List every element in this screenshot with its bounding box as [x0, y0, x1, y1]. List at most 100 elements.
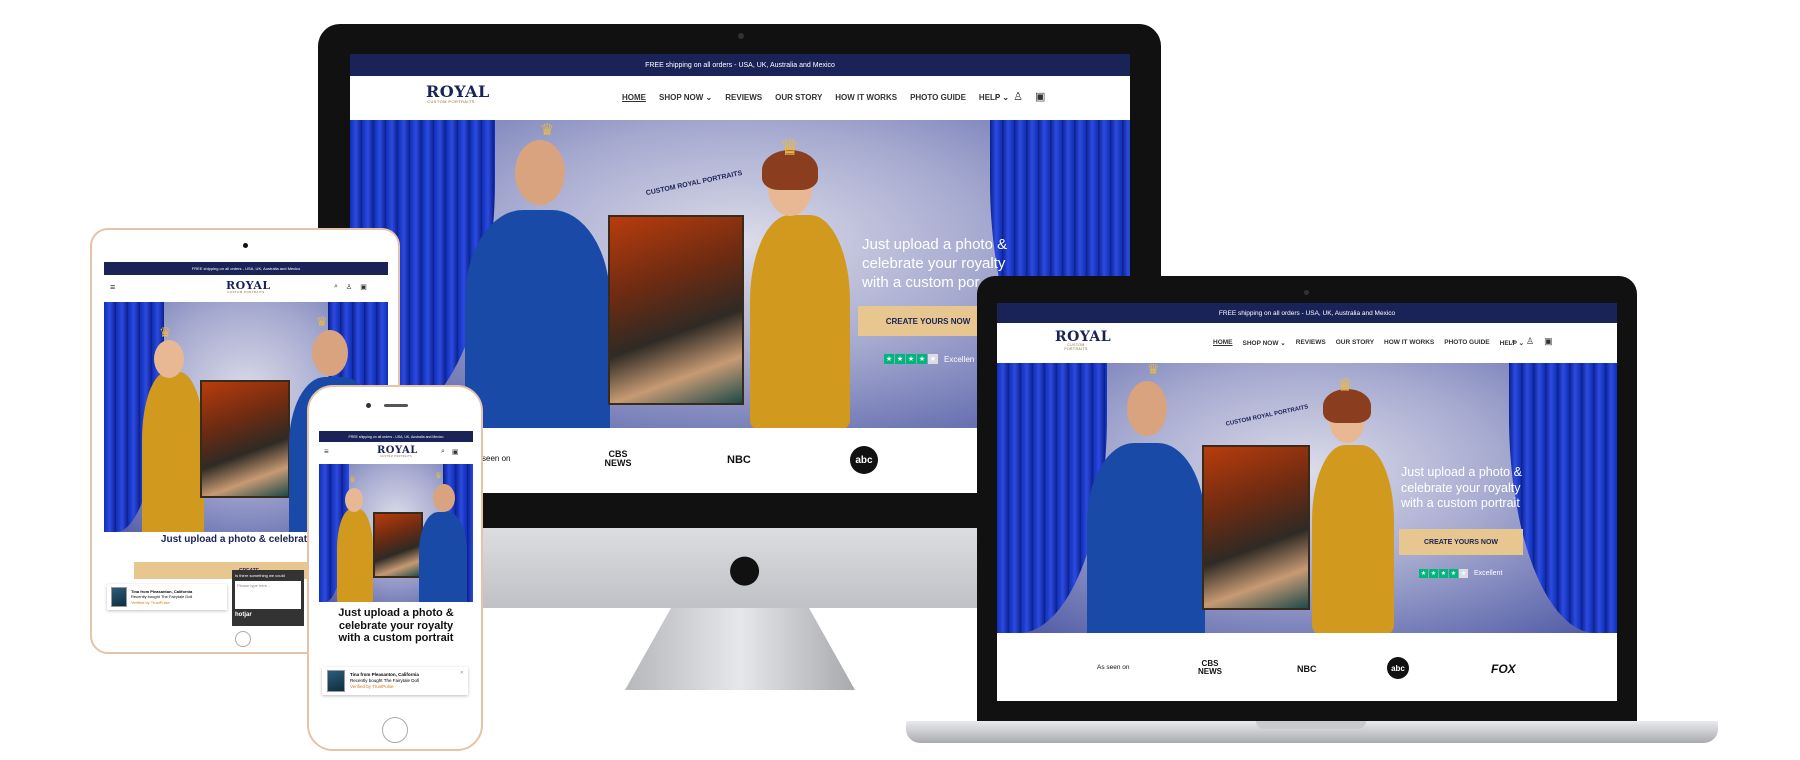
review-popup[interactable]: Tina from Pleasanton, California Recentl…	[322, 667, 468, 695]
logo[interactable]: ROYAL CUSTOM PORTRAITS	[226, 280, 270, 294]
man-head	[433, 484, 455, 512]
as-seen-on-label: seen on	[482, 454, 511, 463]
logo[interactable]: ROYAL CUSTOM PORTRAITS	[1055, 330, 1111, 351]
hotjar-widget[interactable]: Is there something we could Please type …	[232, 570, 304, 626]
phone-home-button[interactable]	[382, 717, 408, 743]
nav-shop-now[interactable]: SHOP NOW ⌄	[659, 93, 712, 102]
close-icon[interactable]: ✕	[460, 670, 464, 676]
hero: ♛ ♛	[319, 464, 473, 602]
cart-icon[interactable]: ▣	[360, 283, 367, 291]
hero-badge-text: CUSTOM ROYAL PORTRAITS	[645, 169, 743, 198]
logo[interactable]: ROYAL CUSTOM PORTRAITS	[426, 84, 489, 104]
portrait-painting	[373, 512, 423, 578]
logo-tagline: CUSTOM PORTRAITS	[227, 290, 265, 294]
nav-reviews[interactable]: REVIEWS	[725, 93, 762, 102]
portrait-painting	[608, 215, 744, 405]
hotjar-brand: hotjar	[235, 612, 252, 618]
woman-head	[154, 340, 184, 378]
hotjar-input[interactable]: Please type here...	[235, 581, 301, 609]
nav-home[interactable]: HOME	[622, 93, 646, 102]
imac-stand	[625, 608, 855, 690]
nav-how-it-works[interactable]: HOW IT WORKS	[1384, 339, 1434, 347]
woman-head	[345, 488, 363, 512]
header-icons: ⌕ ▣	[441, 448, 459, 456]
woman-figure	[1312, 445, 1394, 633]
cart-icon[interactable]: ▣	[1544, 336, 1553, 347]
search-icon[interactable]: ⌕	[1511, 336, 1516, 347]
search-icon[interactable]: ⌕	[441, 448, 445, 456]
nav-photo-guide[interactable]: PHOTO GUIDE	[1444, 339, 1489, 347]
search-icon[interactable]: ⌕	[995, 90, 1001, 103]
cart-icon[interactable]: ▣	[1035, 90, 1045, 103]
portrait-painting	[1202, 445, 1310, 610]
star-icon: ★	[1429, 569, 1438, 578]
phone-speaker	[384, 404, 408, 407]
abc-logo: abc	[1387, 657, 1409, 679]
review-thumbnail	[111, 587, 127, 607]
logo-tagline: CUSTOM PORTRAITS	[1064, 343, 1088, 351]
menu-icon[interactable]: ≡	[110, 282, 115, 292]
header-icons: ⌕ ♙ ▣	[995, 90, 1045, 103]
review-name: Tina from Pleasanton, California	[350, 671, 419, 677]
portrait-painting	[200, 380, 290, 498]
star-icon: ★	[928, 354, 938, 364]
hero-headline: Just upload a photo & celebrate your roy…	[1401, 465, 1522, 511]
review-text: Tina from Pleasanton, California Recentl…	[131, 589, 192, 606]
review-action: Recently bought The Fairytale Doll	[131, 594, 193, 600]
cbs-news-logo: CBS NEWS	[604, 449, 632, 468]
nav-shop-now-label: SHOP NOW	[659, 93, 704, 102]
star-icon: ★	[1459, 569, 1468, 578]
menu-icon[interactable]: ≡	[324, 447, 329, 456]
hero-cta-button[interactable]: CREATE YOURS NOW	[1399, 529, 1523, 555]
star-icon: ★	[1449, 569, 1458, 578]
search-icon[interactable]: ⌕	[334, 283, 338, 291]
crown-icon: ♛	[780, 136, 800, 161]
header-icons: ⌕ ♙ ▣	[1511, 336, 1553, 347]
announcement-bar: FREE shipping on all orders - USA, UK, A…	[997, 303, 1617, 323]
account-icon[interactable]: ♙	[1526, 336, 1534, 347]
logo-tagline: CUSTOM PORTRAITS	[379, 455, 413, 458]
header: ROYAL CUSTOM PORTRAITS HOME SHOP NOW ⌄ RE…	[997, 323, 1617, 363]
man-figure	[465, 210, 610, 428]
review-thumbnail	[327, 670, 345, 692]
crown-icon: ♛	[540, 120, 555, 139]
tablet-camera	[243, 243, 248, 248]
star-icon: ★	[1439, 569, 1448, 578]
nav-reviews[interactable]: REVIEWS	[1296, 339, 1326, 347]
star-icon: ★	[917, 354, 927, 364]
woman-figure	[142, 372, 204, 532]
crown-icon: ♛	[159, 325, 172, 341]
nav-photo-guide[interactable]: PHOTO GUIDE	[910, 93, 966, 102]
crown-icon: ♛	[1147, 363, 1160, 378]
account-icon[interactable]: ♙	[346, 283, 352, 291]
crown-icon: ♛	[435, 471, 443, 480]
man-head	[1127, 381, 1167, 436]
crown-icon: ♛	[316, 315, 328, 330]
imac-camera	[738, 33, 744, 39]
fox-logo: FOX	[1491, 662, 1516, 676]
man-head	[312, 330, 348, 376]
nav-home[interactable]: HOME	[1213, 339, 1233, 347]
nav-how-it-works[interactable]: HOW IT WORKS	[835, 93, 897, 102]
announcement-bar: FREE shipping on all orders - USA, UK, A…	[319, 431, 473, 442]
phone-screen: FREE shipping on all orders - USA, UK, A…	[319, 431, 473, 711]
star-icon: ★	[1419, 569, 1428, 578]
tablet-home-button[interactable]	[235, 631, 251, 647]
nav-our-story[interactable]: OUR STORY	[775, 93, 822, 102]
abc-logo: abc	[850, 446, 878, 474]
review-popup[interactable]: Tina from Pleasanton, California Recentl…	[107, 584, 227, 610]
star-icon: ★	[906, 354, 916, 364]
hero-badge-text: CUSTOM ROYAL PORTRAITS	[1225, 404, 1309, 428]
cart-icon[interactable]: ▣	[452, 448, 459, 456]
header-icons: ⌕ ♙ ▣	[334, 283, 367, 291]
account-icon[interactable]: ♙	[1013, 90, 1023, 103]
nav-shop-now[interactable]: SHOP NOW ⌄	[1243, 339, 1286, 347]
laptop-notch	[1256, 721, 1366, 729]
logo[interactable]: ROYAL CUSTOM PORTRAITS	[377, 446, 417, 459]
cbs-news-logo: CBS NEWS	[1198, 659, 1222, 676]
crown-icon: ♛	[1337, 375, 1354, 396]
trustpilot-label: Excellent	[1474, 570, 1503, 577]
star-icon: ★	[884, 354, 894, 364]
laptop-screen: FREE shipping on all orders - USA, UK, A…	[997, 303, 1617, 701]
nav-our-story[interactable]: OUR STORY	[1336, 339, 1374, 347]
